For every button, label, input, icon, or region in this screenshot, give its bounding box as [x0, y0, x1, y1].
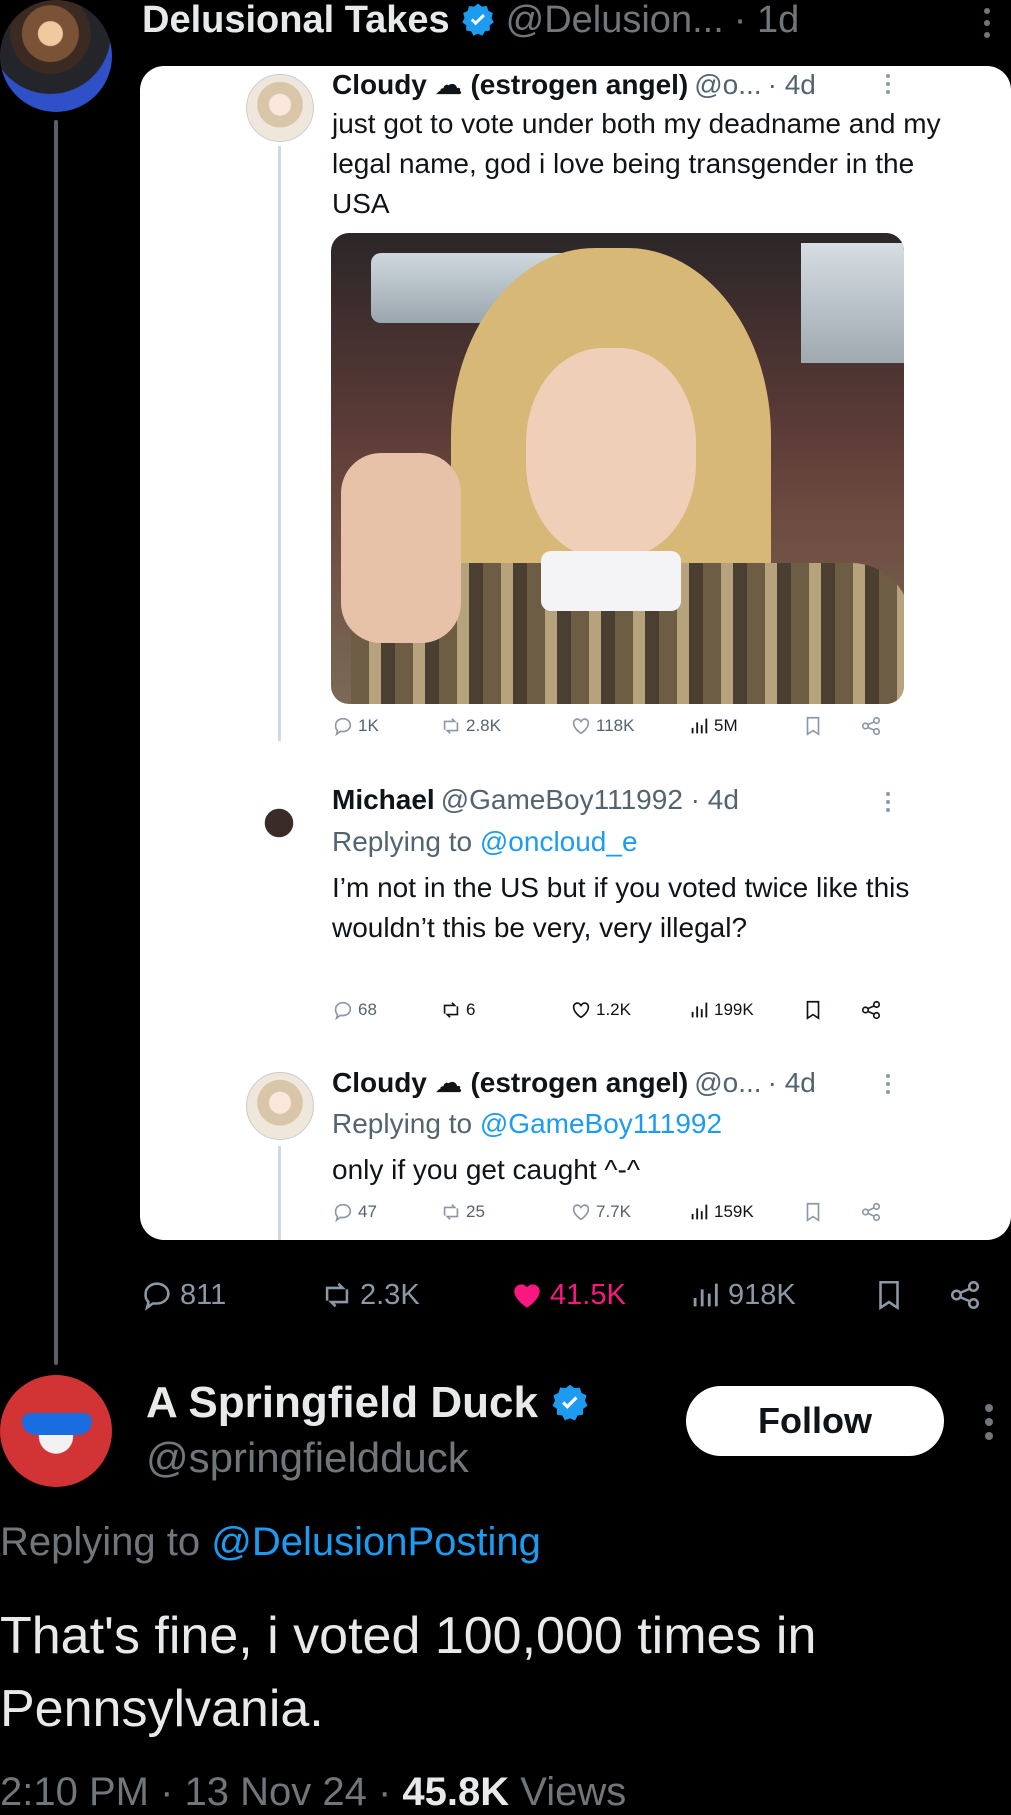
tweet-time: · 4d	[767, 1066, 816, 1098]
reply-count: 68	[332, 999, 377, 1021]
like-icon	[572, 718, 590, 735]
retweet-icon	[325, 1282, 349, 1308]
like-count: 1.2K	[570, 999, 631, 1021]
like-icon	[572, 1002, 590, 1019]
mention-link[interactable]: @DelusionPosting	[211, 1520, 541, 1564]
views-icon	[693, 1283, 718, 1307]
retweet-icon	[443, 1002, 459, 1018]
share-icon	[861, 1202, 881, 1222]
retweet-count: 2.8K	[440, 715, 501, 737]
thread-line	[54, 120, 58, 1365]
reply-meta: 2:10 PM · 13 Nov 24 · 45.8K Views	[0, 1770, 626, 1815]
more-icon[interactable]	[982, 1404, 996, 1440]
author-handle: @GameBoy111992 · 4d	[440, 784, 739, 815]
tweet-time[interactable]: · 1d	[734, 0, 799, 42]
reply-text: That's fine, i voted 100,000 times in Pe…	[0, 1607, 817, 1738]
reply-author-handle[interactable]: @springfieldduck	[146, 1434, 469, 1482]
verified-badge-icon	[461, 3, 494, 36]
reply-author-name[interactable]: A Springfield Duck	[146, 1378, 538, 1428]
like-count: 7.7K	[570, 1201, 631, 1223]
share-button[interactable]	[948, 1278, 982, 1312]
reply-icon	[334, 717, 352, 737]
views-icon	[691, 1002, 708, 1018]
replying-to: Replying to @DelusionPosting	[0, 1520, 541, 1564]
views-count: 918K	[728, 1278, 796, 1311]
share-icon	[861, 1000, 881, 1020]
reply-icon	[334, 1001, 352, 1021]
like-button[interactable]: 41.5K	[510, 1278, 626, 1312]
author-name: Cloudy ☁ (estrogen angel)	[332, 69, 689, 100]
share-icon	[861, 716, 881, 736]
views-label: Views	[520, 1770, 627, 1814]
reply-count: 47	[332, 1201, 377, 1223]
tweet-text: only if you get caught ^-^	[332, 1154, 640, 1185]
follow-button[interactable]: Follow	[686, 1386, 944, 1456]
retweet-icon	[443, 1204, 459, 1220]
reply-icon	[144, 1282, 170, 1311]
more-icon[interactable]	[980, 8, 994, 38]
more-icon	[884, 1074, 892, 1094]
retweet-button[interactable]: 2.3K	[320, 1278, 420, 1312]
cloudy-avatar	[246, 1072, 314, 1140]
tweet-header: Cloudy ☁ (estrogen angel) @o... · 4d	[332, 68, 816, 101]
views-count: 5M	[688, 715, 738, 737]
retweet-icon	[443, 718, 459, 734]
tweet-actions: 811 2.3K 41.5K 918K	[140, 1275, 1011, 1315]
reply-timestamp[interactable]: 2:10 PM · 13 Nov 24 ·	[0, 1770, 391, 1814]
thread-line	[278, 146, 281, 741]
author-handle: @o...	[694, 1066, 762, 1098]
bookmark-button[interactable]	[872, 1278, 906, 1312]
more-icon	[884, 74, 892, 94]
reply-count: 811	[180, 1278, 227, 1311]
verified-badge-icon	[552, 1384, 588, 1421]
retweet-count: 25	[440, 1201, 485, 1223]
cloudy-avatar	[246, 74, 314, 142]
author-name: Cloudy ☁ (estrogen angel)	[332, 1067, 689, 1098]
tweet-header: Michael @GameBoy111992 · 4d	[332, 784, 739, 816]
tweet-header: Cloudy ☁ (estrogen angel) @o... · 4d	[332, 1066, 816, 1099]
michael-avatar	[246, 790, 312, 856]
like-count: 41.5K	[550, 1278, 626, 1311]
tweet-time: · 4d	[767, 68, 816, 100]
author-handle: @o...	[694, 68, 762, 100]
bookmark-icon	[806, 716, 820, 736]
views-count: 45.8K	[402, 1770, 510, 1814]
like-icon	[572, 1204, 590, 1221]
embedded-screenshot: Cloudy ☁ (estrogen angel) @o... · 4d jus…	[140, 66, 1011, 1240]
views-count: 159K	[688, 1201, 754, 1223]
views-icon	[691, 1204, 708, 1220]
views-icon	[691, 718, 708, 734]
thread-line	[278, 1146, 281, 1240]
bookmark-icon	[806, 1000, 820, 1020]
reply-icon	[334, 1203, 352, 1223]
retweet-count: 2.3K	[360, 1278, 420, 1311]
replying-to: Replying to @GameBoy111992	[332, 1108, 723, 1139]
author-avatar[interactable]	[0, 0, 112, 112]
reply-count: 1K	[332, 715, 379, 737]
tweet-header: Delusional Takes @Delusion... · 1d	[142, 0, 799, 42]
more-icon	[884, 792, 892, 812]
reply-author-name-row: A Springfield Duck	[146, 1378, 590, 1428]
tweet-photo	[331, 233, 904, 704]
like-count: 118K	[570, 715, 634, 737]
views-button[interactable]: 918K	[688, 1278, 796, 1312]
views-count: 199K	[688, 999, 754, 1021]
author-name[interactable]: Delusional Takes	[142, 0, 450, 42]
share-icon	[950, 1280, 980, 1310]
reply-author-avatar[interactable]	[0, 1375, 112, 1487]
retweet-count: 6	[440, 999, 475, 1021]
replying-to: Replying to @oncloud_e	[332, 826, 638, 857]
like-icon	[514, 1284, 540, 1308]
author-handle[interactable]: @Delusion...	[506, 0, 724, 42]
bookmark-icon	[879, 1280, 899, 1311]
reply-button[interactable]: 811	[140, 1278, 226, 1312]
tweet-text: I’m not in the US but if you voted twice…	[332, 872, 910, 943]
bookmark-icon	[806, 1202, 820, 1222]
duck-sunglasses	[22, 1413, 92, 1435]
author-name: Michael	[332, 784, 435, 815]
tweet-text: just got to vote under both my deadname …	[332, 108, 941, 219]
